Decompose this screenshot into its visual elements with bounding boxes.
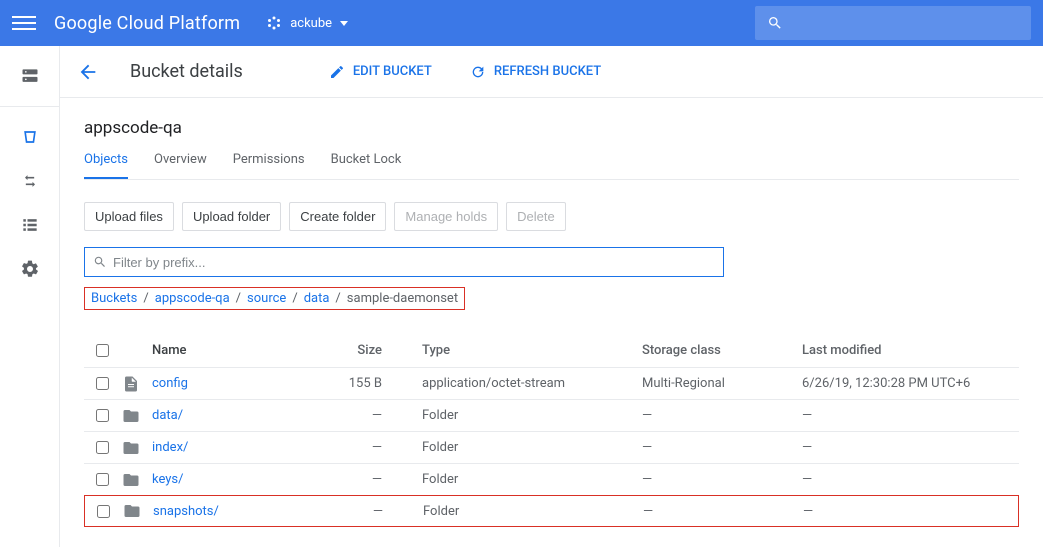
row-checkbox[interactable] <box>96 441 109 454</box>
left-nav <box>0 46 60 547</box>
col-storage[interactable]: Storage class <box>642 343 792 358</box>
object-modified: — <box>802 472 1011 487</box>
table-row: index/ — Folder — — <box>84 432 1019 464</box>
nav-transfer-appliance[interactable] <box>6 205 54 245</box>
folder-icon <box>122 439 142 457</box>
table-row: config 155 B application/octet-stream Multi… <box>84 368 1019 400</box>
project-name: ackube <box>290 16 332 31</box>
hex-dots-icon <box>266 15 282 31</box>
server-icon <box>20 66 40 86</box>
object-name[interactable]: index/ <box>152 440 312 455</box>
arrow-left-icon <box>77 61 99 83</box>
object-size: — <box>322 440 382 455</box>
object-size: 155 B <box>322 376 382 391</box>
menu-icon[interactable] <box>12 11 36 35</box>
col-modified[interactable]: Last modified <box>802 343 1011 358</box>
table-row: snapshots/ — Folder — — <box>84 495 1019 527</box>
back-button[interactable] <box>64 48 112 96</box>
object-size: — <box>322 408 382 423</box>
product-name: Google Cloud Platform <box>54 13 240 34</box>
caret-down-icon <box>340 21 348 26</box>
crumb-buckets[interactable]: Buckets <box>91 291 137 306</box>
list-icon <box>20 215 40 235</box>
project-selector[interactable]: ackube <box>266 15 348 31</box>
breadcrumb: Buckets / appscode-qa / source / data / … <box>84 287 465 310</box>
crumb-source[interactable]: source <box>247 291 286 306</box>
object-size: — <box>323 504 383 519</box>
pencil-icon <box>329 64 345 80</box>
nav-transfer[interactable] <box>6 161 54 201</box>
object-storage: — <box>642 440 792 455</box>
refresh-bucket-label: REFRESH BUCKET <box>494 64 601 79</box>
col-size[interactable]: Size <box>322 343 382 358</box>
bucket-name: appscode-qa <box>84 118 1019 138</box>
table-header-row: Name Size Type Storage class Last modifi… <box>84 334 1019 368</box>
edit-bucket-label: EDIT BUCKET <box>353 64 432 79</box>
folder-icon <box>123 502 143 520</box>
row-checkbox[interactable] <box>96 377 109 390</box>
filter-box[interactable] <box>84 247 724 277</box>
row-checkbox[interactable] <box>97 505 110 518</box>
object-size: — <box>322 472 382 487</box>
object-modified: — <box>802 440 1011 455</box>
filter-input[interactable] <box>113 255 715 270</box>
create-folder-button[interactable]: Create folder <box>289 202 386 231</box>
folder-icon <box>122 407 142 425</box>
tabs: Objects Overview Permissions Bucket Lock <box>84 152 1019 180</box>
object-modified: 6/26/19, 12:30:28 PM UTC+6 <box>802 376 1011 391</box>
object-type: Folder <box>393 504 633 519</box>
object-type: application/octet-stream <box>392 376 632 391</box>
refresh-icon <box>470 64 486 80</box>
page-title: Bucket details <box>130 61 243 82</box>
tab-bucket-lock[interactable]: Bucket Lock <box>331 152 402 179</box>
object-type: Folder <box>392 408 632 423</box>
object-storage: — <box>642 472 792 487</box>
tab-objects[interactable]: Objects <box>84 152 128 179</box>
top-bar: Google Cloud Platform ackube <box>0 0 1043 46</box>
select-all-checkbox[interactable] <box>96 344 109 357</box>
file-icon <box>122 375 142 393</box>
object-type: Folder <box>392 440 632 455</box>
tab-permissions[interactable]: Permissions <box>233 152 305 179</box>
object-storage: — <box>643 504 793 519</box>
bucket-icon <box>20 127 40 147</box>
edit-bucket-button[interactable]: EDIT BUCKET <box>319 58 442 86</box>
upload-folder-button[interactable]: Upload folder <box>182 202 281 231</box>
upload-files-button[interactable]: Upload files <box>84 202 174 231</box>
objects-table: Name Size Type Storage class Last modifi… <box>84 334 1019 527</box>
col-name[interactable]: Name <box>152 343 312 358</box>
nav-buckets[interactable] <box>6 117 54 157</box>
object-type: Folder <box>392 472 632 487</box>
object-name[interactable]: snapshots/ <box>153 504 313 519</box>
gear-icon <box>20 259 40 279</box>
global-search[interactable] <box>755 6 1031 40</box>
folder-icon <box>122 471 142 489</box>
delete-button: Delete <box>506 202 566 231</box>
object-toolbar: Upload files Upload folder Create folder… <box>84 202 1019 231</box>
tab-overview[interactable]: Overview <box>154 152 207 179</box>
refresh-bucket-button[interactable]: REFRESH BUCKET <box>460 58 611 86</box>
object-name[interactable]: data/ <box>152 408 312 423</box>
object-name[interactable]: keys/ <box>152 472 312 487</box>
search-icon <box>93 255 107 269</box>
table-row: keys/ — Folder — — <box>84 464 1019 496</box>
row-checkbox[interactable] <box>96 473 109 486</box>
row-checkbox[interactable] <box>96 409 109 422</box>
col-type[interactable]: Type <box>392 343 632 358</box>
table-row: data/ — Folder — — <box>84 400 1019 432</box>
manage-holds-button: Manage holds <box>394 202 498 231</box>
crumb-data[interactable]: data <box>304 291 330 306</box>
object-storage: Multi-Regional <box>642 376 792 391</box>
object-modified: — <box>803 504 1010 519</box>
nav-browser[interactable] <box>6 56 54 96</box>
object-name[interactable]: config <box>152 376 312 391</box>
transfer-icon <box>20 171 40 191</box>
object-modified: — <box>802 408 1011 423</box>
object-storage: — <box>642 408 792 423</box>
page-header: Bucket details EDIT BUCKET REFRESH BUCKE… <box>60 46 1043 98</box>
crumb-current: sample-daemonset <box>347 291 458 306</box>
search-icon <box>767 15 783 31</box>
nav-settings[interactable] <box>6 249 54 289</box>
crumb-bucket[interactable]: appscode-qa <box>155 291 230 306</box>
